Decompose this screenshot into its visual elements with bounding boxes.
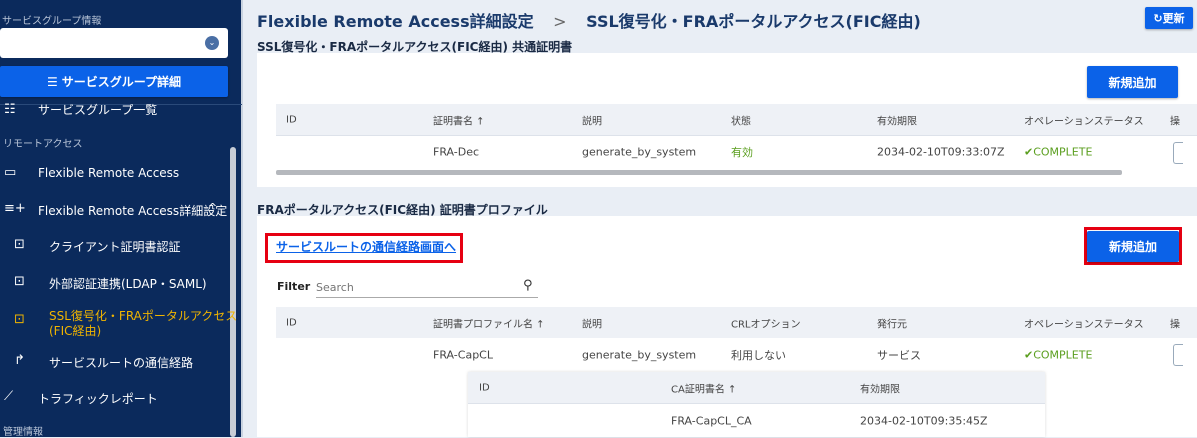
laptop-icon: ▭ — [4, 165, 17, 180]
list-icon: ☷ — [4, 102, 16, 115]
col-issuer: 発行元 — [877, 319, 907, 330]
col-desc: 説明 — [582, 116, 602, 127]
breadcrumb: Flexible Remote Access詳細設定 > SSL復号化・FRAポ… — [257, 8, 921, 32]
profile-card: サービスルートの通信経路画面へ 新規追加 Filter ⚲ ID 証明書プロファ… — [257, 216, 1197, 437]
table-header: ID 証明書名 ↑ 説明 状態 有効期限 オペレーションステータス 操 — [276, 104, 1197, 135]
playlist-add-icon: ≡+ — [4, 201, 26, 216]
table-row: FRA-CapCL generate_by_system 利用しない サービス … — [276, 338, 1197, 372]
list-icon: ☰ — [46, 74, 58, 89]
breadcrumb-parent[interactable]: Flexible Remote Access詳細設定 — [257, 12, 534, 31]
chevron-up-icon[interactable]: ^ — [208, 201, 217, 214]
check-circle-icon: ✔ — [1024, 145, 1034, 159]
certificate-icon: ⊡ — [14, 274, 25, 289]
col-op-status: オペレーションステータス — [1024, 116, 1144, 127]
table-header: ID CA証明書名 ↑ 有効期限 — [468, 372, 1045, 403]
sidebar-item-ssl-decrypt[interactable]: ⊡ SSL復号化・FRAポータルアクセス (FIC経由) — [0, 306, 237, 338]
table-row: FRA-Dec generate_by_system 有効 2034-02-10… — [276, 135, 1197, 168]
breadcrumb-separator: > — [553, 12, 567, 31]
sidebar-item-fra[interactable]: ▭ Flexible Remote Access — [0, 165, 228, 183]
op-status: ✔COMPLETE — [1024, 145, 1093, 159]
group-info-label: サービスグループ情報 — [2, 16, 102, 27]
filter-label: Filter — [277, 280, 311, 293]
management-label: 管理情報 — [3, 427, 43, 438]
col-operation: 操 — [1170, 319, 1180, 330]
horizontal-scrollbar[interactable] — [276, 170, 1122, 175]
col-name[interactable]: 証明書名 ↑ — [433, 112, 485, 127]
page-title: SSL復号化・FRAポータルアクセス(FIC経由) — [586, 12, 921, 31]
col-name[interactable]: 証明書プロファイル名 ↑ — [433, 315, 545, 330]
sidebar-item-external-auth[interactable]: ⊡ 外部認証連携(LDAP・SAML) — [0, 274, 228, 292]
search-icon[interactable]: ⚲ — [523, 278, 533, 293]
sidebar-item-group-list[interactable]: ☷ サービスグループ一覧 — [0, 101, 230, 115]
ca-cert-subtable: ID CA証明書名 ↑ 有効期限 FRA-CapCL_CA 2034-02-10… — [468, 372, 1045, 437]
chevron-down-icon: ⌄ — [205, 36, 219, 50]
col-state: 状態 — [731, 116, 751, 127]
table-row: FRA-CapCL_CA 2034-02-10T09:35:45Z — [468, 403, 1045, 437]
route-icon: ↱ — [14, 353, 25, 368]
col-id[interactable]: ID — [286, 317, 297, 328]
op-status: ✔COMPLETE — [1024, 348, 1093, 362]
service-group-select[interactable]: ⌄ — [0, 28, 228, 58]
table-header: ID 証明書プロファイル名 ↑ 説明 CRLオプション 発行元 オペレーションス… — [276, 307, 1197, 338]
common-cert-card: 新規追加 ID 証明書名 ↑ 説明 状態 有効期限 オペレーションステータス 操… — [257, 53, 1197, 187]
col-ca-name[interactable]: CA証明書名 ↑ — [671, 380, 736, 395]
sidebar: サービスグループ情報 ⌄ ☰ サービスグループ詳細 ☷ サービスグループ一覧 リモ… — [0, 0, 243, 438]
col-operation: 操 — [1170, 116, 1180, 127]
col-crl: CRLオプション — [731, 319, 801, 330]
check-circle-icon: ✔ — [1024, 348, 1034, 362]
add-profile-button[interactable]: 新規追加 — [1087, 231, 1179, 262]
status-badge: 有効 — [731, 146, 753, 159]
sidebar-item-client-cert[interactable]: ⊡ クライアント証明書認証 — [0, 237, 228, 255]
col-id[interactable]: ID — [479, 382, 490, 393]
remote-access-label: リモートアクセス — [3, 139, 83, 150]
service-group-detail-button[interactable]: ☰ サービスグループ詳細 — [0, 66, 228, 97]
sidebar-item-traffic-report[interactable]: ⟋ トラフィックレポート — [0, 389, 228, 407]
service-route-link[interactable]: サービスルートの通信経路画面へ — [276, 238, 456, 255]
sidebar-scrollbar[interactable] — [230, 147, 236, 437]
search-input[interactable] — [316, 278, 538, 298]
col-op-status: オペレーションステータス — [1024, 319, 1144, 330]
certificate-icon: ⊡ — [14, 237, 25, 252]
operation-button[interactable] — [1173, 142, 1183, 164]
col-id[interactable]: ID — [286, 114, 297, 125]
refresh-icon: ↻ — [1153, 11, 1163, 25]
col-desc: 説明 — [582, 319, 602, 330]
certificate-icon: ⊡ — [14, 312, 25, 327]
col-expiry: 有効期限 — [877, 116, 917, 127]
chart-icon: ⟋ — [4, 389, 14, 404]
col-expiry: 有効期限 — [860, 384, 900, 395]
sidebar-item-fra-detail[interactable]: ≡+ Flexible Remote Access詳細設定 ^ — [0, 201, 228, 219]
operation-button[interactable] — [1173, 344, 1183, 366]
sidebar-item-service-route[interactable]: ↱ サービスルートの通信経路 — [0, 353, 228, 371]
add-common-cert-button[interactable]: 新規追加 — [1087, 66, 1178, 98]
refresh-button[interactable]: ↻ 更新 — [1145, 7, 1193, 29]
